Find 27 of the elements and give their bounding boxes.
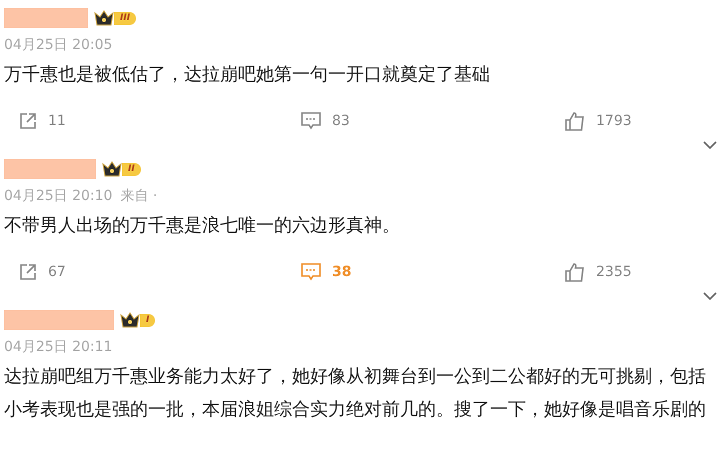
- crown-icon: [94, 10, 114, 26]
- comment-time: 04月25日 20:10: [4, 187, 112, 205]
- reply-count: 83: [332, 112, 350, 130]
- thumbs-up-icon[interactable]: [564, 110, 586, 132]
- like-count: 2355: [596, 262, 632, 282]
- level-badge: III: [114, 12, 136, 24]
- level-badge: I: [140, 314, 156, 326]
- reply-count: 38: [332, 262, 352, 282]
- like-count: 1793: [596, 112, 632, 130]
- share-count: 11: [48, 112, 66, 130]
- chevron-down-icon[interactable]: [703, 141, 717, 149]
- thumbs-up-icon[interactable]: [564, 261, 586, 283]
- crown-icon: [120, 312, 140, 328]
- share-icon[interactable]: [18, 111, 38, 131]
- level-badge: II: [122, 162, 141, 176]
- comment-text: 不带男人出场的万千惠是浪七唯一的六边形真神。: [4, 214, 401, 238]
- share-icon[interactable]: [18, 262, 38, 282]
- comment-icon[interactable]: [300, 262, 322, 282]
- comment-time: 04月25日 20:05: [4, 36, 112, 54]
- comment-source: 来自 ·: [120, 187, 158, 205]
- comment-time: 04月25日 20:11: [4, 338, 112, 356]
- crown-icon: [102, 161, 122, 177]
- comment-icon[interactable]: [300, 111, 322, 131]
- comment-text: 万千惠也是被低估了，达拉崩吧她第一句一开口就奠定了基础: [4, 63, 491, 87]
- chevron-down-icon[interactable]: [703, 292, 717, 300]
- share-count: 67: [48, 262, 66, 282]
- comment-text: 达拉崩吧组万千惠业务能力太好了，她好像从初舞台到一公到二公都好的无可挑剔，包括小考表现也是强的一批，本届浪姐综合实力绝对前几的。搜了一下，她好像是唱音乐剧的: [4, 365, 707, 422]
